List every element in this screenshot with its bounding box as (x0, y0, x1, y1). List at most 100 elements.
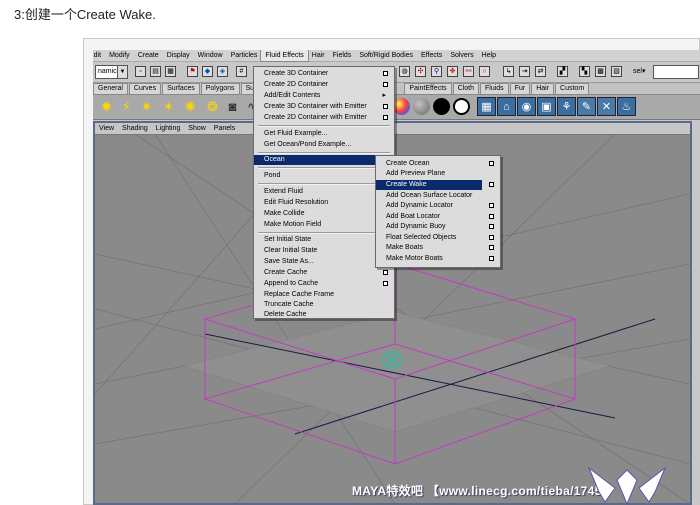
menu-fluid-effects[interactable]: Fluid Effects (260, 50, 309, 62)
chevron-down-icon[interactable]: ▼ (117, 65, 128, 79)
menu-item-create-cache[interactable]: Create Cache (254, 268, 394, 278)
menu-item-append-to-cache[interactable]: Append to Cache (254, 279, 394, 289)
emitter-icon[interactable]: ⚘ (557, 97, 576, 116)
panel-menu-lighting[interactable]: Lighting (152, 123, 185, 134)
cancel-icon[interactable]: ✕ (597, 97, 616, 116)
shelf-tab-cloth[interactable]: Cloth (452, 83, 479, 94)
history-input-icon[interactable]: ↳ (503, 66, 514, 77)
menu-effects[interactable]: Effects (417, 50, 446, 61)
panel-menu-panels[interactable]: Panels (210, 123, 239, 134)
menu-item-add-boat-locator[interactable]: Add Boat Locator (376, 212, 500, 222)
comet-icon[interactable]: ✷ (137, 97, 156, 116)
option-box-icon[interactable] (383, 104, 388, 109)
option-box-icon[interactable] (383, 115, 388, 120)
menu-create[interactable]: Create (134, 50, 163, 61)
save-scene-icon[interactable]: ▦ (165, 66, 176, 77)
menu-help[interactable]: Help (478, 50, 500, 61)
lightning-icon[interactable]: ⚡ (117, 97, 136, 116)
shatter-icon[interactable]: ✶ (159, 97, 178, 116)
option-box-icon[interactable] (489, 245, 494, 250)
hypershade-icon[interactable]: ▧ (611, 66, 622, 77)
option-box-icon[interactable] (489, 224, 494, 229)
menu-item-add-ocean-surface-locator[interactable]: Add Ocean Surface Locator (376, 191, 500, 201)
smoke-icon[interactable]: ❂ (203, 97, 222, 116)
shelf-tab-custom[interactable]: Custom (555, 83, 590, 94)
option-box-icon[interactable] (489, 182, 494, 187)
menu-item-create-wake[interactable]: Create Wake (376, 180, 482, 190)
menu-modify[interactable]: Modify (105, 50, 134, 61)
snap-point-icon[interactable]: ✣ (415, 66, 426, 77)
menu-hair[interactable]: Hair (308, 50, 329, 61)
render-frame-icon[interactable]: ▞ (557, 66, 568, 77)
menu-item-add-dynamic-locator[interactable]: Add Dynamic Locator (376, 201, 500, 211)
fluid-container-icon[interactable]: ▣ (537, 97, 556, 116)
option-box-icon[interactable] (383, 71, 388, 76)
camera-icon[interactable]: ◙ (223, 97, 242, 116)
fluid-paint-icon[interactable]: ✎ (577, 97, 596, 116)
option-box-icon[interactable] (489, 161, 494, 166)
menu-item-get-fluid-example[interactable]: Get Fluid Example... (254, 129, 394, 139)
white-ball-icon[interactable] (453, 98, 470, 115)
shelf-tab-fluids[interactable]: Fluids (480, 83, 509, 94)
menu-item-save-state-as[interactable]: Save State As... (254, 257, 394, 267)
menu-item-float-selected-objects[interactable]: Float Selected Objects (376, 233, 500, 243)
ramp-ball-icon[interactable] (393, 98, 410, 115)
menu-item-create-3d-container[interactable]: Create 3D Container (254, 69, 394, 79)
snap-view-icon[interactable]: ⚲ (431, 66, 442, 77)
menu-edit[interactable]: Edit (93, 50, 105, 61)
cloth-icon[interactable]: ▦ (477, 97, 496, 116)
menu-item-get-ocean-pond-example[interactable]: Get Ocean/Pond Example... (254, 140, 394, 150)
ipr-render-icon[interactable]: ▚ (579, 66, 590, 77)
snap-live-icon[interactable]: ⚯ (463, 66, 474, 77)
menu-item-truncate-cache[interactable]: Truncate Cache (254, 300, 394, 310)
menu-item-pond[interactable]: Pond▸ (254, 171, 394, 181)
menu-item-make-collide[interactable]: Make Collide (254, 209, 394, 219)
menu-item-create-2d-container-emitter[interactable]: Create 2D Container with Emitter (254, 113, 394, 123)
menu-item-create-ocean[interactable]: Create Ocean (376, 159, 500, 169)
menu-solvers[interactable]: Solvers (446, 50, 477, 61)
menu-item-add-dynamic-buoy[interactable]: Add Dynamic Buoy (376, 222, 500, 232)
menu-particles[interactable]: Particles (227, 50, 262, 61)
option-box-icon[interactable] (383, 82, 388, 87)
option-box-icon[interactable] (489, 203, 494, 208)
panel-menu-shading[interactable]: Shading (118, 123, 152, 134)
menu-item-add-edit-contents[interactable]: Add/Edit Contents ▸ (254, 91, 394, 101)
snap-surface-icon[interactable]: ✥ (447, 66, 458, 77)
select-component-icon[interactable]: ◈ (217, 66, 228, 77)
menu-item-clear-initial-state[interactable]: Clear Initial State (254, 246, 394, 256)
menu-item-extend-fluid[interactable]: Extend Fluid (254, 187, 394, 197)
menu-item-set-initial-state[interactable]: Set Initial State (254, 235, 394, 245)
history-output-icon[interactable]: ⇥ (519, 66, 530, 77)
quick-select-field[interactable] (653, 65, 699, 79)
snap-curve-icon[interactable]: ◍ (399, 66, 410, 77)
sphere-collider-icon[interactable]: ◉ (517, 97, 536, 116)
fluid-brush-icon[interactable]: ♨ (617, 97, 636, 116)
menu-window[interactable]: Window (194, 50, 227, 61)
snap-grid-icon[interactable]: # (236, 66, 247, 77)
render-settings-icon[interactable]: ▩ (595, 66, 606, 77)
menu-item-ocean[interactable]: Ocean▸ (254, 155, 394, 165)
shelf-tab-surfaces[interactable]: Surfaces (162, 83, 200, 94)
magnet-icon[interactable]: ∩ (479, 66, 490, 77)
menu-display[interactable]: Display (163, 50, 194, 61)
select-object-icon[interactable]: ◆ (202, 66, 213, 77)
construction-history-icon[interactable]: ⇄ (535, 66, 546, 77)
panel-menu-view[interactable]: View (95, 123, 118, 134)
menu-item-make-motor-boats[interactable]: Make Motor Boats (376, 254, 500, 264)
select-hierarchy-icon[interactable]: ⚑ (187, 66, 198, 77)
option-box-icon[interactable] (383, 270, 388, 275)
shelf-tab-painteffects[interactable]: PaintEffects (404, 83, 452, 94)
option-box-icon[interactable] (383, 281, 388, 286)
grey-ball-icon[interactable] (413, 98, 430, 115)
menu-soft-rigid-bodies[interactable]: Soft/Rigid Bodies (355, 50, 417, 61)
menu-item-create-3d-container-emitter[interactable]: Create 3D Container with Emitter (254, 102, 394, 112)
shelf-tab-hair[interactable]: Hair (531, 83, 555, 94)
shelf-tab-general[interactable]: General (93, 83, 128, 94)
menu-item-create-2d-container[interactable]: Create 2D Container (254, 80, 394, 90)
shelf-tab-curves[interactable]: Curves (128, 83, 162, 94)
shelf-tab-polygons[interactable]: Polygons (200, 83, 240, 94)
menu-fields[interactable]: Fields (329, 50, 356, 61)
open-scene-icon[interactable]: ▤ (150, 66, 161, 77)
collision-icon[interactable]: ⌂ (497, 97, 516, 116)
spark-icon[interactable]: ✹ (97, 97, 116, 116)
